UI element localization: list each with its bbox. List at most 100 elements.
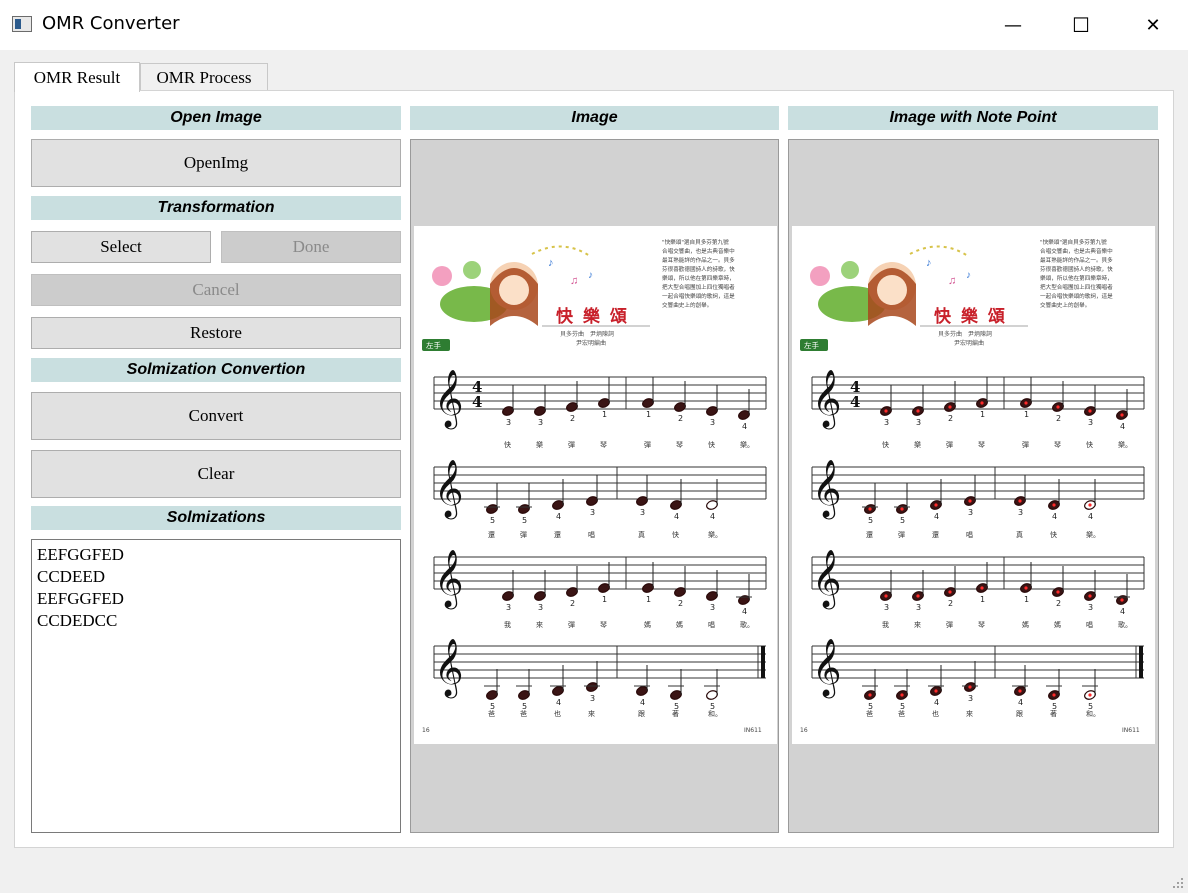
select-button[interactable]: Select (31, 231, 211, 263)
done-button[interactable]: Done (221, 231, 401, 263)
lyric-char: 琴 (676, 441, 683, 449)
finger-number: 3 (538, 603, 543, 612)
lyric-char: 著 (1050, 709, 1057, 718)
finger-number: 1 (646, 410, 651, 419)
restore-button[interactable]: Restore (31, 317, 401, 349)
music-sheet-image: ♪ ♫ ♪ 快 樂 頌貝多芬曲 尹炳陳詞尹宏明編曲 "快樂頌"選自貝多芬第九號合唱交響曲… (414, 226, 777, 744)
sheet-intro-line: 樂頌，所以他在第四樂章時， (1040, 274, 1113, 282)
sheet-credit: 貝多芬曲 尹炳陳詞 (560, 330, 614, 338)
minimize-button[interactable]: — (990, 0, 1036, 50)
finger-number: 4 (674, 512, 679, 521)
girl-face-inner (877, 275, 907, 305)
note-point-marker (980, 401, 984, 405)
lyric-char: 琴 (1054, 441, 1061, 449)
tab-omr-result[interactable]: OMR Result (14, 62, 140, 92)
page-number: 16 (422, 727, 430, 734)
finger-number: 4 (742, 422, 747, 431)
lyric-char: 快 (1050, 530, 1057, 539)
note-point-marker (884, 409, 888, 413)
maximize-button[interactable]: ☐ (1058, 0, 1104, 50)
lyric-char: 還 (488, 530, 495, 539)
finger-number: 1 (602, 410, 607, 419)
finger-number: 4 (742, 607, 747, 616)
tab-omr-process[interactable]: OMR Process (140, 63, 268, 91)
sheet-intro-line: 交響曲史上的創舉。 (662, 301, 712, 309)
lyric-char: 琴 (600, 621, 607, 629)
finger-number: 3 (968, 694, 973, 703)
resize-grip-icon[interactable] (1170, 875, 1184, 889)
music-note-icon: ♫ (948, 275, 956, 287)
lyric-char: 彈 (946, 621, 953, 629)
finger-number: 1 (1024, 595, 1029, 604)
clear-button[interactable]: Clear (31, 450, 401, 498)
lyric-char: 爸 (520, 709, 527, 718)
lyric-char: 琴 (978, 441, 985, 449)
close-button[interactable]: ✕ (1130, 0, 1176, 50)
note-point-marker (948, 590, 952, 594)
note-point-marker (1052, 503, 1056, 507)
note-point-marker (868, 507, 872, 511)
lyric-char: 著 (672, 709, 679, 718)
image-header: Image (410, 106, 779, 130)
sheet-intro-line: 一起合唱快樂頌的歌詞，這是 (1040, 292, 1113, 300)
finger-number: 2 (948, 599, 953, 608)
finger-number: 5 (868, 516, 873, 525)
note-point-marker (1018, 499, 1022, 503)
lyric-char: 唱 (966, 531, 973, 539)
solmization-line: CCDEED (37, 567, 105, 586)
finger-number: 3 (1088, 418, 1093, 427)
treble-clef-icon: 𝄞 (812, 638, 842, 699)
solmization-line: EEFGGFED (37, 589, 124, 608)
girl-face-inner (499, 275, 529, 305)
note-point-marker (1056, 590, 1060, 594)
lyric-char: 歌。 (740, 620, 754, 629)
note-point-marker (934, 689, 938, 693)
treble-clef-icon: 𝄞 (434, 638, 464, 699)
lyric-char: 還 (866, 530, 873, 539)
music-note-icon: ♪ (926, 257, 932, 269)
finger-number: 4 (640, 698, 645, 707)
lyric-char: 彈 (568, 621, 575, 629)
finger-number: 4 (556, 698, 561, 707)
finger-number: 3 (590, 694, 595, 703)
finger-number: 3 (506, 418, 511, 427)
finger-number: 4 (556, 512, 561, 521)
sheet-intro-line: 把大型合唱團加上四位獨唱者 (662, 283, 735, 291)
open-image-button[interactable]: OpenImg (31, 139, 401, 187)
book-code: IN611 (744, 727, 762, 734)
solmizations-textbox[interactable]: EEFGGFED CCDEED EEFGGFED CCDEDCC (31, 539, 401, 833)
sheet-title: 快 樂 頌 (556, 306, 629, 327)
finger-number: 3 (916, 418, 921, 427)
sheet-intro-line: 把大型合唱團加上四位獨唱者 (1040, 283, 1113, 291)
note-point-marker (1024, 401, 1028, 405)
lyric-char: 樂 (536, 440, 543, 449)
lyric-char: 爸 (898, 709, 905, 718)
left-hand-tag: 左手 (804, 340, 819, 350)
lyric-char: 和。 (708, 709, 722, 718)
lyric-char: 和。 (1086, 709, 1100, 718)
lyric-char: 爸 (866, 709, 873, 718)
convert-button[interactable]: Convert (31, 392, 401, 440)
lyric-char: 歌。 (1118, 620, 1132, 629)
finger-number: 3 (710, 603, 715, 612)
note-point-marker (948, 405, 952, 409)
sheet-intro-line: "快樂頌"選自貝多芬第九號 (1040, 238, 1107, 246)
sheet-title: 快 樂 頌 (934, 306, 1007, 327)
finger-number: 3 (538, 418, 543, 427)
cancel-button[interactable]: Cancel (31, 274, 401, 306)
solmizations-header: Solmizations (31, 506, 401, 530)
sheet-intro-line: 一起合唱快樂頌的歌詞，這是 (662, 292, 735, 300)
lyric-char: 唱 (708, 621, 715, 629)
lyric-char: 唱 (588, 531, 595, 539)
finger-number: 4 (934, 512, 939, 521)
finger-number: 3 (916, 603, 921, 612)
finger-number: 2 (570, 414, 575, 423)
finger-number: 3 (506, 603, 511, 612)
note-point-marker (1024, 586, 1028, 590)
lyric-char: 還 (932, 530, 939, 539)
music-note-icon: ♪ (588, 270, 593, 281)
lyric-char: 彈 (568, 441, 575, 449)
solmization-convertion-header: Solmization Convertion (31, 358, 401, 382)
open-image-header: Open Image (31, 106, 401, 130)
finger-number: 2 (1056, 599, 1061, 608)
